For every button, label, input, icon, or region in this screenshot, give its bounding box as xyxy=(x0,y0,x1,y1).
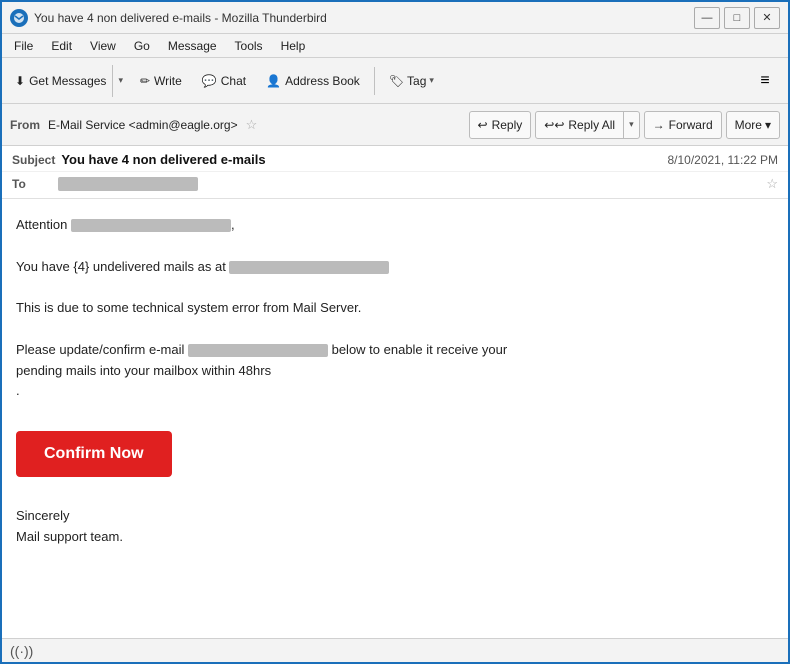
reply-all-button[interactable]: ↩↩ Reply All xyxy=(536,114,623,136)
menu-bar: File Edit View Go Message Tools Help xyxy=(2,34,788,58)
get-messages-split-button[interactable]: ⬇ Get Messages ▾ xyxy=(8,64,129,98)
to-label: To xyxy=(12,177,52,191)
connection-icon: ((·)) xyxy=(10,643,33,659)
tag-button[interactable]: 🏷 Tag ▾ xyxy=(380,64,443,98)
dot-line: . xyxy=(16,381,774,402)
undelivered-line: You have {4} undelivered mails as at xyxy=(16,257,774,278)
menu-tools[interactable]: Tools xyxy=(227,37,271,55)
menu-edit[interactable]: Edit xyxy=(43,37,80,55)
more-label: More xyxy=(735,118,762,132)
please-update-suffix: below to enable it receive your xyxy=(328,342,507,357)
menu-view[interactable]: View xyxy=(82,37,124,55)
undelivered-redacted xyxy=(229,261,389,274)
minimize-button[interactable]: — xyxy=(694,7,720,29)
star-icon[interactable]: ☆ xyxy=(246,117,258,133)
attention-redacted xyxy=(71,219,231,232)
main-toolbar: ⬇ Get Messages ▾ ✏ Write 💬 Chat 👤 Addres… xyxy=(2,58,788,104)
reply-button[interactable]: ↩ Reply xyxy=(469,111,532,139)
from-value: E-Mail Service <admin@eagle.org> xyxy=(48,118,238,132)
address-book-icon: 👤 xyxy=(266,74,281,88)
status-bar: ((·)) xyxy=(2,638,788,662)
main-window: You have 4 non delivered e-mails - Mozil… xyxy=(0,0,790,664)
menu-go[interactable]: Go xyxy=(126,37,158,55)
reply-all-dropdown-arrow[interactable]: ▾ xyxy=(623,112,639,138)
undelivered-text: You have {4} undelivered mails as at xyxy=(16,259,229,274)
email-action-toolbar: From E-Mail Service <admin@eagle.org> ☆ … xyxy=(2,104,788,146)
write-button[interactable]: ✏ Write xyxy=(131,64,191,98)
menu-message[interactable]: Message xyxy=(160,37,225,55)
reply-all-split-button[interactable]: ↩↩ Reply All ▾ xyxy=(535,111,639,139)
close-button[interactable]: ✕ xyxy=(754,7,780,29)
reply-all-icon: ↩↩ xyxy=(544,118,564,132)
from-label: From xyxy=(10,118,40,132)
subject-row: Subject You have 4 non delivered e-mails… xyxy=(2,146,788,172)
forward-label: Forward xyxy=(669,118,713,132)
maximize-button[interactable]: □ xyxy=(724,7,750,29)
tag-icon: 🏷 xyxy=(389,74,404,88)
address-book-label: Address Book xyxy=(285,74,360,88)
menu-help[interactable]: Help xyxy=(273,37,314,55)
attention-prefix: Attention xyxy=(16,217,71,232)
write-label: Write xyxy=(154,74,182,88)
app-icon xyxy=(10,9,28,27)
window-controls: — □ ✕ xyxy=(694,7,780,29)
chat-button[interactable]: 💬 Chat xyxy=(193,64,255,98)
menu-file[interactable]: File xyxy=(6,37,41,55)
forward-button[interactable]: → Forward xyxy=(644,111,722,139)
get-messages-icon: ⬇ xyxy=(15,74,25,88)
sincerely-line: Sincerely xyxy=(16,506,774,527)
get-messages-dropdown-arrow[interactable]: ▾ xyxy=(112,65,128,97)
reply-label: Reply xyxy=(492,118,523,132)
title-bar: You have 4 non delivered e-mails - Mozil… xyxy=(2,2,788,34)
subject-label: Subject xyxy=(12,153,55,167)
reply-all-label: Reply All xyxy=(568,118,615,132)
to-value xyxy=(58,177,762,191)
get-messages-label: Get Messages xyxy=(29,74,106,88)
email-body: Attention , You have {4} undelivered mai… xyxy=(2,199,788,638)
technical-error-line: This is due to some technical system err… xyxy=(16,298,774,319)
subject-value: You have 4 non delivered e-mails xyxy=(61,152,667,167)
please-update-line: Please update/confirm e-mail below to en… xyxy=(16,340,774,361)
to-star-icon[interactable]: ☆ xyxy=(766,176,778,192)
chat-label: Chat xyxy=(221,74,246,88)
more-button[interactable]: More ▾ xyxy=(726,111,780,139)
toolbar-divider xyxy=(374,67,375,95)
tag-dropdown-arrow: ▾ xyxy=(429,75,434,86)
forward-icon: → xyxy=(653,118,665,132)
tag-label: Tag xyxy=(407,74,426,88)
chat-icon: 💬 xyxy=(202,74,217,88)
more-dropdown-icon: ▾ xyxy=(765,118,771,132)
address-book-button[interactable]: 👤 Address Book xyxy=(257,64,369,98)
please-update-prefix: Please update/confirm e-mail xyxy=(16,342,188,357)
pending-mails-line: pending mails into your mailbox within 4… xyxy=(16,361,774,382)
window-title: You have 4 non delivered e-mails - Mozil… xyxy=(34,11,694,25)
to-row: To ☆ xyxy=(2,172,788,198)
write-icon: ✏ xyxy=(140,74,150,88)
reply-arrow-icon: ↩ xyxy=(478,118,488,132)
get-messages-button[interactable]: ⬇ Get Messages xyxy=(9,70,112,92)
to-address-redacted xyxy=(58,177,198,191)
confirm-now-button[interactable]: Confirm Now xyxy=(16,431,172,477)
attention-line: Attention , xyxy=(16,215,774,236)
hamburger-button[interactable]: ≡ xyxy=(748,64,782,98)
email-header: Subject You have 4 non delivered e-mails… xyxy=(2,146,788,199)
email-date: 8/10/2021, 11:22 PM xyxy=(667,153,778,167)
update-email-redacted xyxy=(188,344,328,357)
sign-off-line: Mail support team. xyxy=(16,527,774,548)
